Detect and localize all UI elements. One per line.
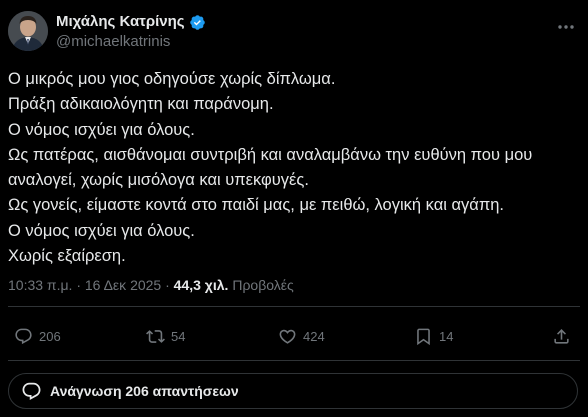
tweet-line: Ο μικρός μου γιος οδηγούσε χωρίς δίπλωμα… [8, 70, 336, 88]
tweet-line: Χωρίς εξαίρεση. [8, 247, 126, 266]
tweet-line: Ο νόμος ισχύει για όλους. [8, 221, 195, 240]
reply-icon [22, 382, 41, 400]
meta-separator: · [76, 277, 81, 293]
views-label: Προβολές [232, 277, 294, 293]
tweet-date[interactable]: 16 Δεκ 2025 [85, 277, 161, 293]
views-count: 44,3 χιλ. [173, 277, 229, 293]
tweet-line: Ο νόμος ισχύει για όλους. [8, 120, 195, 139]
author-names: Μιχάλης Κατρίνης @michaelkatrinis [56, 13, 206, 51]
bookmark-icon [417, 328, 430, 345]
heart-icon [279, 329, 296, 344]
tweet-line: Ως γονείς, είμαστε κοντά στο παιδί μας, … [8, 196, 504, 215]
handle[interactable]: @michaelkatrinis [56, 32, 206, 51]
action-bar: 206 54 424 14 [8, 322, 580, 350]
reply-icon [15, 328, 32, 344]
share-button[interactable] [552, 322, 571, 350]
more-horizontal-icon[interactable] [556, 17, 576, 37]
tweet-time[interactable]: 10:33 π.μ. [8, 277, 72, 293]
meta-separator: · [165, 277, 170, 293]
read-replies-button[interactable]: Ανάγνωση 206 απαντήσεων [8, 373, 578, 409]
avatar[interactable] [8, 11, 48, 51]
tweet-line: Ως πατέρας, αισθάνομαι συντριβή και αναλ… [8, 145, 533, 164]
share-icon [554, 328, 569, 344]
reply-count: 206 [39, 328, 61, 344]
reply-button[interactable]: 206 [14, 322, 61, 350]
bookmark-button[interactable]: 14 [414, 322, 453, 350]
divider [8, 360, 580, 361]
verified-badge-icon[interactable] [189, 14, 206, 31]
like-count: 424 [303, 328, 325, 344]
avatar-image [8, 11, 48, 51]
tweet-line: Πράξη αδικαιολόγητη και παράνομη. [8, 95, 274, 114]
tweet-meta: 10:33 π.μ. · 16 Δεκ 2025 · 44,3 χιλ. Προ… [8, 276, 294, 294]
display-name-row[interactable]: Μιχάλης Κατρίνης [56, 13, 206, 31]
read-replies-label: Ανάγνωση 206 απαντήσεων [50, 383, 239, 399]
tweet-line: αναλογεί, χωρίς μισόλογα και υπεκφυγές. [8, 171, 309, 190]
tweet-text: Ο μικρός μου γιος οδηγούσε χωρίς δίπλωμα… [8, 67, 580, 269]
display-name[interactable]: Μιχάλης Κατρίνης [56, 13, 185, 31]
repost-icon [146, 329, 165, 343]
divider [8, 306, 580, 307]
repost-count: 54 [171, 328, 186, 344]
bookmark-count: 14 [439, 328, 454, 344]
tweet-header: Μιχάλης Κατρίνης @michaelkatrinis [8, 11, 580, 55]
repost-button[interactable]: 54 [146, 322, 185, 350]
like-button[interactable]: 424 [278, 322, 325, 350]
